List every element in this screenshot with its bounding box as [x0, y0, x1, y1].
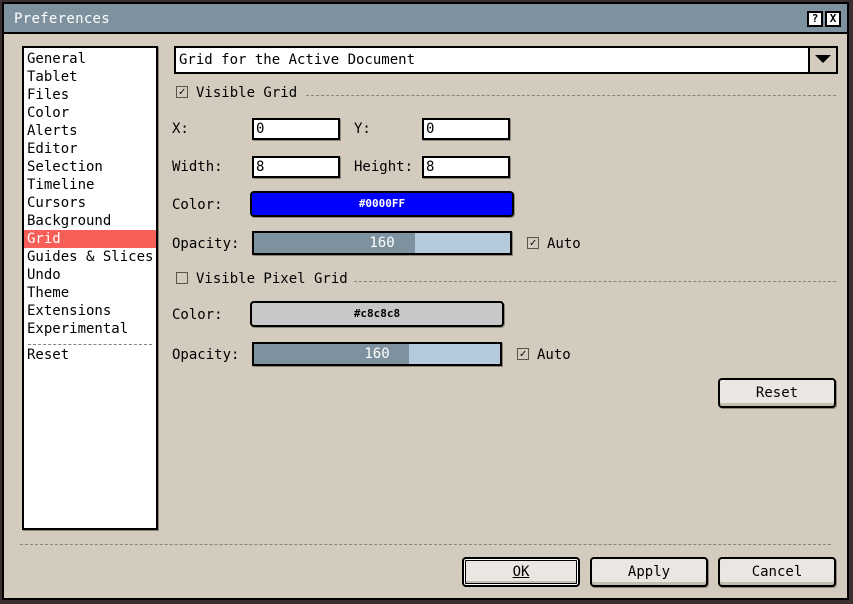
- height-label: Height:: [354, 159, 414, 175]
- grid-color-button[interactable]: #0000FF: [250, 191, 514, 217]
- grid-scope-dropdown[interactable]: Grid for the Active Document: [174, 46, 808, 74]
- pixel-grid-opacity-auto-row[interactable]: ✓ Auto: [517, 347, 571, 367]
- pixel-grid-opacity-value: 160: [364, 346, 390, 362]
- sidebar-item-experimental[interactable]: Experimental: [24, 320, 156, 338]
- pixel-grid-color-button[interactable]: #c8c8c8: [250, 301, 504, 327]
- sidebar-item-cursors[interactable]: Cursors: [24, 194, 156, 212]
- preferences-window: Preferences ? X General Tablet Files Col…: [2, 2, 849, 600]
- apply-button-label: Apply: [627, 564, 671, 580]
- sidebar-item-grid[interactable]: Grid: [24, 230, 156, 248]
- sidebar-item-selection[interactable]: Selection: [24, 158, 156, 176]
- y-label: Y:: [354, 121, 371, 137]
- visible-grid-label: Visible Grid: [196, 85, 298, 101]
- reset-button[interactable]: Reset: [718, 378, 836, 408]
- sidebar-item-guides-slices[interactable]: Guides & Slices: [24, 248, 156, 266]
- pixel-grid-opacity-slider[interactable]: 160: [252, 342, 502, 366]
- pixel-grid-color-label: Color:: [172, 307, 223, 323]
- pixel-grid-opacity-auto-label: Auto: [537, 347, 571, 363]
- help-icon: ?: [811, 12, 819, 25]
- sidebar-item-tablet[interactable]: Tablet: [24, 68, 156, 86]
- grid-opacity-auto-row[interactable]: ✓ Auto: [527, 236, 581, 256]
- sidebar-item-reset[interactable]: Reset: [24, 346, 156, 364]
- pixel-grid-opacity-label: Opacity:: [172, 347, 240, 363]
- grid-scope-dropdown-button[interactable]: [808, 46, 838, 74]
- sidebar-item-undo[interactable]: Undo: [24, 266, 156, 284]
- title-bar[interactable]: Preferences ? X: [4, 4, 847, 34]
- sidebar-item-general[interactable]: General: [24, 50, 156, 68]
- pixel-grid-opacity-auto-checkbox[interactable]: ✓: [517, 348, 529, 360]
- grid-width-input[interactable]: [252, 156, 340, 178]
- sidebar-item-timeline[interactable]: Timeline: [24, 176, 156, 194]
- ok-button[interactable]: OK: [462, 557, 580, 587]
- sidebar-item-background[interactable]: Background: [24, 212, 156, 230]
- close-button[interactable]: X: [825, 11, 841, 27]
- grid-x-input[interactable]: [252, 118, 340, 140]
- grid-height-input[interactable]: [422, 156, 510, 178]
- sidebar-divider: [28, 344, 152, 345]
- visible-pixel-grid-checkbox[interactable]: [176, 272, 188, 284]
- window-title: Preferences: [14, 11, 111, 27]
- sidebar-item-editor[interactable]: Editor: [24, 140, 156, 158]
- visible-pixel-grid-label: Visible Pixel Grid: [196, 271, 348, 287]
- ok-button-label: OK: [512, 564, 530, 580]
- sidebar-item-alerts[interactable]: Alerts: [24, 122, 156, 140]
- grid-opacity-value: 160: [369, 235, 395, 251]
- grid-color-label: Color:: [172, 197, 223, 213]
- grid-scope-value: Grid for the Active Document: [179, 52, 416, 68]
- help-button[interactable]: ?: [807, 11, 823, 27]
- grid-opacity-auto-label: Auto: [547, 236, 581, 252]
- section-divider: [306, 95, 836, 96]
- sidebar-item-theme[interactable]: Theme: [24, 284, 156, 302]
- apply-button[interactable]: Apply: [590, 557, 708, 587]
- x-label: X:: [172, 121, 189, 137]
- visible-grid-checkbox[interactable]: ✓: [176, 86, 188, 98]
- preferences-category-list: General Tablet Files Color Alerts Editor…: [22, 46, 158, 530]
- chevron-down-icon: [815, 55, 831, 63]
- width-label: Width:: [172, 159, 223, 175]
- sidebar-item-files[interactable]: Files: [24, 86, 156, 104]
- cancel-button[interactable]: Cancel: [718, 557, 836, 587]
- grid-opacity-auto-checkbox[interactable]: ✓: [527, 237, 539, 249]
- visible-pixel-grid-checkbox-row[interactable]: Visible Pixel Grid: [176, 271, 348, 291]
- cancel-button-label: Cancel: [751, 564, 803, 580]
- grid-opacity-label: Opacity:: [172, 236, 240, 252]
- visible-grid-checkbox-row[interactable]: ✓ Visible Grid: [176, 85, 297, 105]
- sidebar-item-extensions[interactable]: Extensions: [24, 302, 156, 320]
- close-icon: X: [829, 12, 837, 25]
- footer-divider: [20, 544, 831, 545]
- section-divider: [354, 281, 836, 282]
- grid-opacity-slider[interactable]: 160: [252, 231, 512, 255]
- grid-y-input[interactable]: [422, 118, 510, 140]
- sidebar-item-color[interactable]: Color: [24, 104, 156, 122]
